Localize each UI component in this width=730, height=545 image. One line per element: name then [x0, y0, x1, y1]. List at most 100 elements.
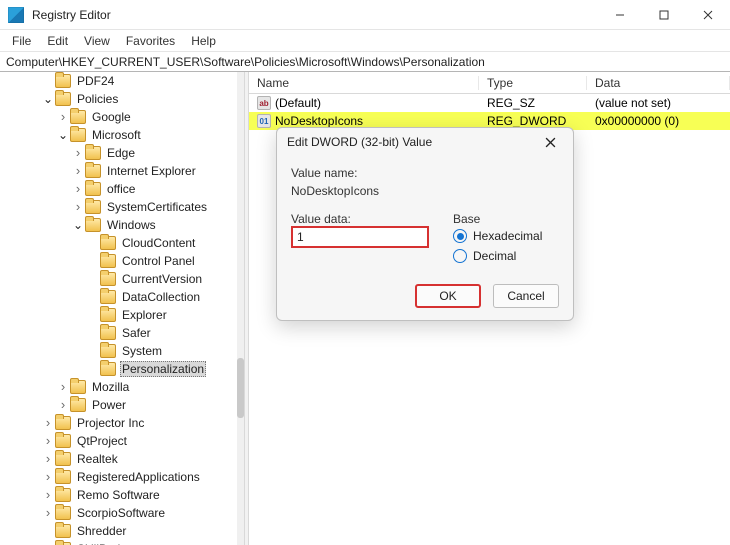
tree-item-datacollection[interactable]: DataCollection [0, 288, 244, 306]
folder-icon [85, 182, 101, 196]
folder-icon [70, 110, 86, 124]
tree-scroll-thumb[interactable] [237, 358, 244, 418]
menu-file[interactable]: File [6, 33, 37, 49]
tree-item-realtek[interactable]: Realtek [0, 450, 244, 468]
folder-icon [100, 326, 116, 340]
chevron-right-icon[interactable] [42, 417, 54, 429]
dialog-close-button[interactable] [537, 129, 563, 155]
chevron-right-icon[interactable] [42, 489, 54, 501]
chevron-right-icon[interactable] [72, 183, 84, 195]
folder-icon [70, 380, 86, 394]
tree-item-systemcertificates[interactable]: SystemCertificates [0, 198, 244, 216]
menubar: File Edit View Favorites Help [0, 30, 730, 52]
close-button[interactable] [686, 0, 730, 30]
chevron-right-icon[interactable] [57, 111, 69, 123]
folder-icon [55, 92, 71, 106]
base-label: Base [453, 212, 559, 226]
tree-item-ie[interactable]: Internet Explorer [0, 162, 244, 180]
folder-icon [55, 470, 71, 484]
chevron-right-icon[interactable] [57, 399, 69, 411]
tree-item-remo[interactable]: Remo Software [0, 486, 244, 504]
tree-item-office[interactable]: office [0, 180, 244, 198]
chevron-right-icon[interactable] [42, 471, 54, 483]
tree-item-controlpanel[interactable]: Control Panel [0, 252, 244, 270]
tree-scrollbar[interactable] [237, 72, 244, 545]
value-data-input[interactable] [291, 226, 429, 248]
tree-item-mozilla[interactable]: Mozilla [0, 378, 244, 396]
chevron-down-icon[interactable] [57, 129, 69, 141]
tree-item-skillbrains[interactable]: SkillBrains [0, 540, 244, 545]
tree-spacer-icon [87, 309, 99, 321]
titlebar: Registry Editor [0, 0, 730, 30]
chevron-right-icon[interactable] [72, 147, 84, 159]
folder-icon [55, 506, 71, 520]
tree-spacer-icon [87, 363, 99, 375]
cancel-button[interactable]: Cancel [493, 284, 559, 308]
radio-dot-icon [453, 229, 467, 243]
tree-item-projector[interactable]: Projector Inc [0, 414, 244, 432]
chevron-right-icon[interactable] [42, 435, 54, 447]
cell-name: (Default) [275, 96, 321, 110]
tree-item-pdf24[interactable]: PDF24 [0, 72, 244, 90]
menu-help[interactable]: Help [185, 33, 222, 49]
folder-icon [55, 452, 71, 466]
cell-data: (value not set) [595, 96, 671, 110]
folder-icon [100, 344, 116, 358]
tree-item-scorpio[interactable]: ScorpioSoftware [0, 504, 244, 522]
minimize-button[interactable] [598, 0, 642, 30]
tree-item-policies[interactable]: Policies [0, 90, 244, 108]
tree-item-explorer[interactable]: Explorer [0, 306, 244, 324]
tree-item-currentversion[interactable]: CurrentVersion [0, 270, 244, 288]
tree-item-edge[interactable]: Edge [0, 144, 244, 162]
folder-icon [55, 488, 71, 502]
tree-item-power[interactable]: Power [0, 396, 244, 414]
menu-view[interactable]: View [78, 33, 116, 49]
col-type[interactable]: Type [479, 76, 587, 90]
value-data-label: Value data: [291, 212, 429, 226]
tree-item-qtproject[interactable]: QtProject [0, 432, 244, 450]
menu-favorites[interactable]: Favorites [120, 33, 181, 49]
radio-decimal[interactable]: Decimal [453, 246, 559, 266]
chevron-down-icon[interactable] [42, 93, 54, 105]
tree-spacer-icon [87, 291, 99, 303]
list-row[interactable]: ab(Default)REG_SZ(value not set) [249, 94, 730, 112]
chevron-right-icon[interactable] [72, 201, 84, 213]
col-name[interactable]: Name [249, 76, 479, 90]
chevron-right-icon[interactable] [42, 453, 54, 465]
menu-edit[interactable]: Edit [41, 33, 74, 49]
tree-pane[interactable]: PDF24 Policies Google Microsoft Edge Int… [0, 72, 244, 545]
ok-button[interactable]: OK [415, 284, 481, 308]
chevron-right-icon[interactable] [42, 507, 54, 519]
tree-item-system[interactable]: System [0, 342, 244, 360]
chevron-right-icon[interactable] [72, 165, 84, 177]
tree-item-microsoft[interactable]: Microsoft [0, 126, 244, 144]
tree-item-google[interactable]: Google [0, 108, 244, 126]
maximize-button[interactable] [642, 0, 686, 30]
radio-hexadecimal[interactable]: Hexadecimal [453, 226, 559, 246]
folder-icon [85, 146, 101, 160]
tree-item-safer[interactable]: Safer [0, 324, 244, 342]
tree-spacer-icon [87, 255, 99, 267]
tree-spacer-icon [42, 525, 54, 537]
chevron-right-icon[interactable] [57, 381, 69, 393]
tree-spacer-icon [87, 345, 99, 357]
address-bar[interactable]: Computer\HKEY_CURRENT_USER\Software\Poli… [0, 52, 730, 72]
tree-item-shredder[interactable]: Shredder [0, 522, 244, 540]
col-data[interactable]: Data [587, 76, 730, 90]
tree-item-personalization[interactable]: Personalization [0, 360, 244, 378]
tree-item-windows[interactable]: Windows [0, 216, 244, 234]
cell-type: REG_SZ [487, 96, 535, 110]
chevron-down-icon[interactable] [72, 219, 84, 231]
tree-spacer-icon [87, 327, 99, 339]
tree-item-regapps[interactable]: RegisteredApplications [0, 468, 244, 486]
tree-item-cloudcontent[interactable]: CloudContent [0, 234, 244, 252]
folder-icon [100, 236, 116, 250]
cell-data: 0x00000000 (0) [595, 114, 679, 128]
folder-icon [85, 164, 101, 178]
folder-icon [55, 524, 71, 538]
cell-type: REG_DWORD [487, 114, 566, 128]
folder-icon [55, 434, 71, 448]
folder-icon [55, 74, 71, 88]
window-title: Registry Editor [32, 8, 598, 22]
radio-dot-icon [453, 249, 467, 263]
